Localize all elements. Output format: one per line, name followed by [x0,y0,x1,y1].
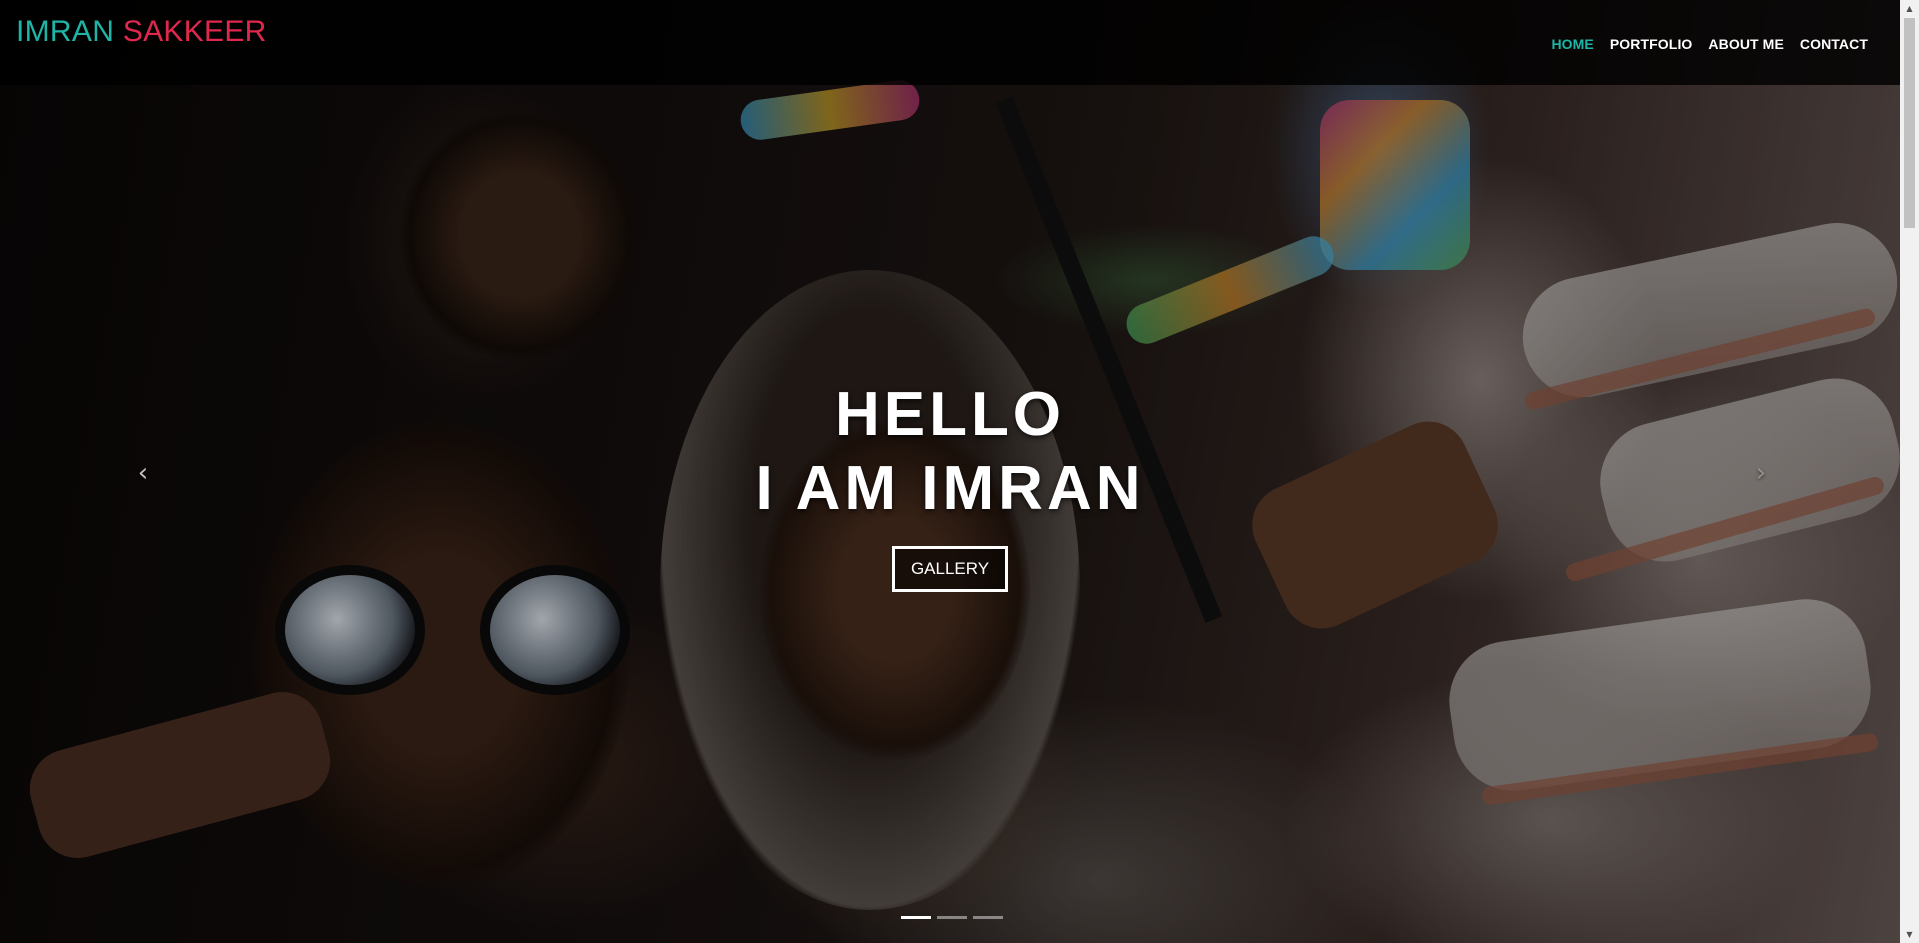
brand-last-name: SAKKEER [122,15,267,48]
nav-menu: HOME PORTFOLIO ABOUT ME CONTACT [1551,36,1868,54]
nav-link-home[interactable]: HOME [1551,36,1593,52]
carousel-prev-button[interactable]: ‹ [130,456,156,490]
carousel-indicator[interactable] [973,916,1003,919]
nav-item-portfolio: PORTFOLIO [1610,36,1693,54]
scroll-up-arrow-icon[interactable]: ▲ [1900,0,1919,17]
carousel-indicators [901,916,1003,919]
hero-heading: HELLO I AM IMRAN [0,378,1900,526]
navbar: IMRAN SAKKEER HOME PORTFOLIO ABOUT ME CO… [0,0,1900,85]
nav-link-about-me[interactable]: ABOUT ME [1708,36,1783,52]
gallery-button[interactable]: GALLERY [891,546,1009,592]
chevron-right-icon: › [1755,458,1767,488]
page-scrollbar[interactable]: ▲ ▼ [1900,0,1919,943]
carousel-caption: HELLO I AM IMRAN GALLERY [0,378,1900,592]
scrollbar-thumb[interactable] [1904,18,1915,228]
carousel-next-button[interactable]: › [1748,456,1774,490]
chevron-left-icon: ‹ [137,458,149,488]
nav-link-contact[interactable]: CONTACT [1800,36,1868,52]
nav-link-portfolio[interactable]: PORTFOLIO [1610,36,1693,52]
nav-item-about-me: ABOUT ME [1708,36,1783,54]
scroll-down-arrow-icon[interactable]: ▼ [1900,926,1919,943]
brand-first-name: IMRAN [16,15,115,48]
carousel-indicator[interactable] [901,916,931,919]
nav-item-contact: CONTACT [1800,36,1868,54]
carousel-indicator[interactable] [937,916,967,919]
hero-heading-line1: HELLO [834,380,1066,449]
brand-logo[interactable]: IMRAN SAKKEER [16,15,267,49]
nav-item-home: HOME [1551,36,1593,54]
hero-heading-line2: I AM IMRAN [755,454,1145,523]
